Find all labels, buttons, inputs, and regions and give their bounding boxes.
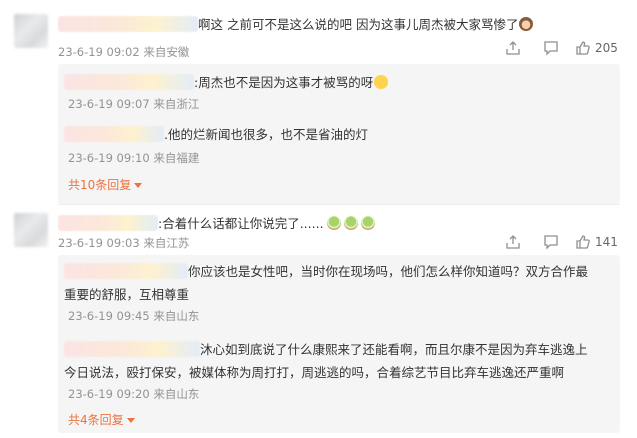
reply-meta: 23-6-19 09:10 来自福建 bbox=[68, 150, 199, 166]
avatar[interactable] bbox=[14, 14, 48, 48]
location: 来自安徽 bbox=[143, 45, 190, 59]
reply-text-line2: 重要的舒服，互相尊重 bbox=[64, 287, 190, 302]
comment-button[interactable] bbox=[535, 40, 567, 56]
reply-text: :周杰也不是因为这事才被骂的呀 bbox=[64, 72, 389, 91]
username[interactable] bbox=[64, 341, 200, 357]
share-icon bbox=[506, 235, 520, 249]
comment-text: 啊这 之前可不是这么说的吧 因为这事儿周杰被大家骂惨了 bbox=[58, 14, 534, 33]
timestamp: 23-6-19 09:02 bbox=[58, 45, 140, 59]
tea-emoji-icon bbox=[326, 216, 341, 230]
reply-meta: 23-6-19 09:45 来自山东 bbox=[68, 308, 199, 324]
reply-text: .他的烂新闻也很多，也不是省油的灯 bbox=[64, 124, 368, 143]
like-count: 141 bbox=[595, 235, 618, 249]
reply-box: :周杰也不是因为这事才被骂的呀 23-6-19 09:07 来自浙江 .他的烂新… bbox=[58, 64, 620, 204]
comment-actions: 205 bbox=[497, 40, 618, 56]
comment-button[interactable] bbox=[535, 234, 567, 250]
more-replies-link[interactable]: 共4条回复 bbox=[68, 411, 135, 428]
comment-meta: 23-6-19 09:03 来自江苏 bbox=[58, 235, 189, 251]
comment-icon bbox=[544, 235, 558, 250]
location: 来自山东 bbox=[153, 387, 200, 401]
location: 来自福建 bbox=[153, 151, 200, 165]
tea-emoji-icon bbox=[343, 216, 358, 230]
comment-thread: 啊这 之前可不是这么说的吧 因为这事儿周杰被大家骂惨了 23-6-19 09:0… bbox=[0, 0, 637, 210]
reply-meta: 23-6-19 09:07 来自浙江 bbox=[68, 96, 199, 112]
share-icon bbox=[506, 41, 520, 55]
comment-thread: :合着什么话都让你说完了...... 23-6-19 09:03 来自江苏 14… bbox=[0, 205, 637, 438]
timestamp: 23-6-19 09:03 bbox=[58, 236, 140, 250]
caret-down-icon bbox=[126, 418, 135, 423]
sweat-emoji-icon bbox=[374, 75, 389, 89]
reply-text: 沐心如到底说了什么康熙来了还能看啊，而且尔康不是因为弃车逃逸上 bbox=[64, 339, 588, 358]
caret-down-icon bbox=[134, 183, 143, 188]
timestamp: 23-6-19 09:07 bbox=[68, 97, 150, 111]
location: 来自浙江 bbox=[153, 97, 200, 111]
tea-emoji-icon bbox=[360, 216, 375, 230]
reply-box: 你应该也是女性吧，当时你在现场吗，他们怎么样你知道吗？双方合作最 重要的舒服，互… bbox=[58, 255, 620, 433]
username[interactable] bbox=[58, 215, 158, 231]
monkey-emoji-icon bbox=[519, 17, 534, 31]
username[interactable] bbox=[64, 126, 164, 142]
reply-text: 你应该也是女性吧，当时你在现场吗，他们怎么样你知道吗？双方合作最 bbox=[64, 261, 588, 280]
comment-text: :合着什么话都让你说完了...... bbox=[58, 213, 375, 232]
like-button[interactable]: 205 bbox=[575, 40, 618, 56]
comment-meta: 23-6-19 09:02 来自安徽 bbox=[58, 44, 189, 60]
username[interactable] bbox=[64, 74, 194, 90]
reply-text-line2: 今日说法，殴打保安，被媒体称为周打打，周逃逃的吗，合着综艺节目比弃车逃逸还严重啊 bbox=[64, 365, 565, 380]
share-button[interactable] bbox=[497, 40, 529, 56]
username[interactable] bbox=[64, 263, 188, 279]
comment-actions: 141 bbox=[497, 234, 618, 250]
timestamp: 23-6-19 09:10 bbox=[68, 151, 150, 165]
timestamp: 23-6-19 09:45 bbox=[68, 309, 150, 323]
like-count: 205 bbox=[595, 41, 618, 55]
more-replies-link[interactable]: 共10条回复 bbox=[68, 176, 143, 193]
like-icon bbox=[576, 235, 590, 249]
comment-icon bbox=[544, 41, 558, 56]
location: 来自山东 bbox=[153, 309, 200, 323]
like-button[interactable]: 141 bbox=[575, 234, 618, 250]
avatar[interactable] bbox=[14, 213, 48, 247]
username[interactable] bbox=[58, 16, 198, 32]
location: 来自江苏 bbox=[143, 236, 190, 250]
share-button[interactable] bbox=[497, 234, 529, 250]
like-icon bbox=[576, 41, 590, 55]
timestamp: 23-6-19 09:20 bbox=[68, 387, 150, 401]
reply-meta: 23-6-19 09:20 来自山东 bbox=[68, 386, 199, 402]
